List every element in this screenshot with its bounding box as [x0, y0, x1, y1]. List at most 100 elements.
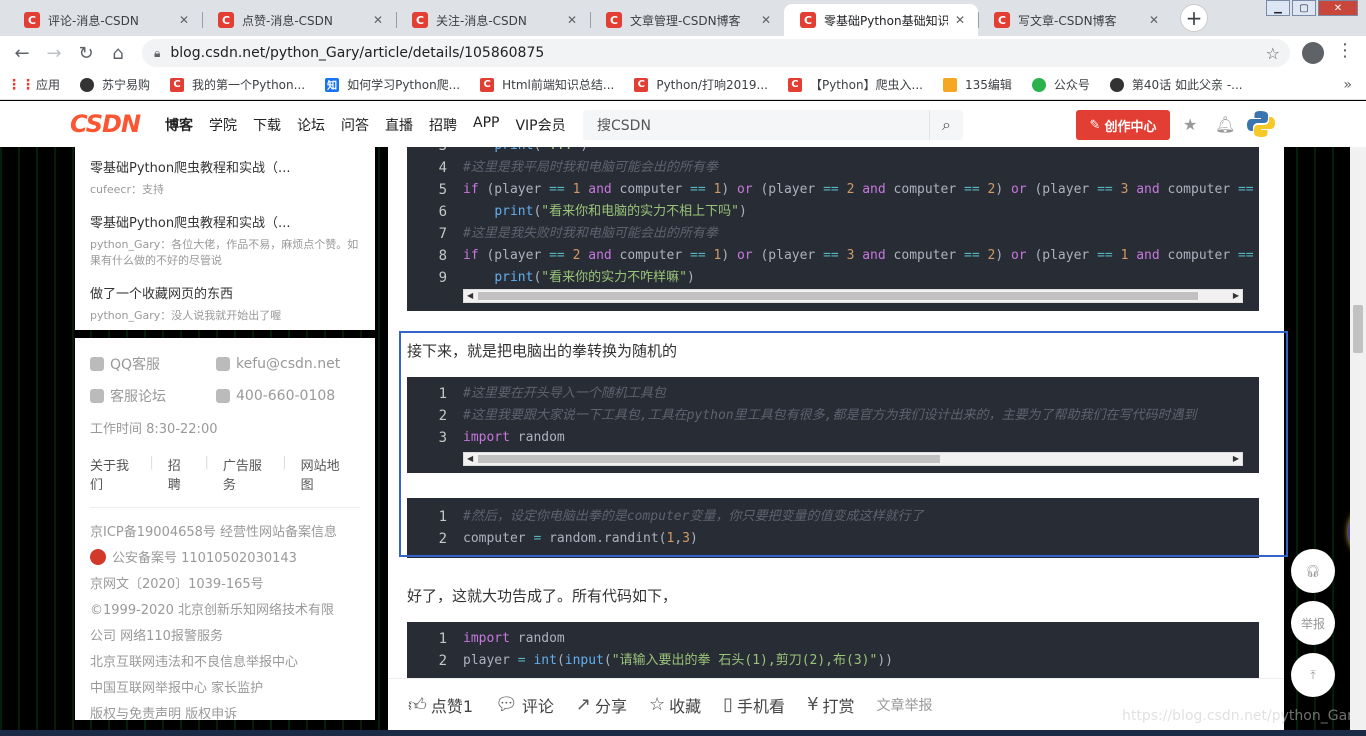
scroll-thumb[interactable] [478, 455, 940, 463]
nav-item-download[interactable]: 下载 [253, 115, 281, 135]
bookmark-item[interactable]: C 【Python】爬虫入... [787, 76, 923, 93]
code-text[interactable]: import random [463, 628, 565, 650]
comment-title[interactable]: 零基础Python爬虫教程和实战（... [90, 212, 360, 231]
scroll-right-icon[interactable]: ▶ [1233, 453, 1239, 465]
search-input[interactable]: 搜CSDN ⌕ [583, 110, 963, 140]
browser-tab[interactable]: C 文章管理-CSDN博客 ✕ [590, 4, 784, 36]
code-text[interactable]: #这里我要跟大家说一下工具包,工具在python里工具包有很多,都是官方为我们设… [463, 405, 1196, 427]
code-text[interactable]: print("看来你的实力不咋样嘛") [463, 267, 694, 289]
code-text[interactable]: player = int(input("请输入要出的拳 石头(1),剪刀(2),… [463, 650, 893, 672]
code-text[interactable]: if (player == 2 and computer == 1) or (p… [463, 245, 1254, 267]
code-text[interactable]: if (player == 1 and computer == 1) or (p… [463, 179, 1254, 201]
comment-title[interactable]: 做了一个收藏网页的东西 [90, 283, 360, 302]
nav-item-academy[interactable]: 学院 [209, 115, 237, 135]
nav-item-qa[interactable]: 问答 [341, 115, 369, 135]
bell-icon[interactable]: 🔔︎ [1215, 115, 1235, 134]
star-icon[interactable]: ☆ [1266, 44, 1280, 63]
bookmark-item[interactable]: 苏宁易购 [80, 76, 150, 93]
profile-avatar[interactable] [1302, 42, 1324, 64]
footer-line[interactable]: 公司 网络110报警服务 [90, 624, 360, 650]
code-block[interactable]: 1 import random 2 player = int(input("请输入要出… [407, 622, 1259, 682]
nav-item-jobs[interactable]: 招聘 [429, 115, 457, 135]
comment-item[interactable]: 零基础Python爬虫教程和实战（... cufeecr：支持 [90, 157, 360, 198]
footer-link-sitemap[interactable]: 网站地图 [301, 455, 346, 493]
bookmark-item[interactable]: C 我的第一个Python... [170, 76, 305, 93]
browser-tab[interactable]: C 评论-消息-CSDN ✕ [8, 4, 202, 36]
close-icon[interactable]: ✕ [1146, 12, 1162, 28]
footer-line[interactable]: 版权与免责声明 版权申诉 [90, 702, 360, 728]
code-scrollbar[interactable]: ◀ ▶ [463, 289, 1243, 303]
close-icon[interactable]: ✕ [758, 12, 774, 28]
back-to-top-button[interactable]: ⤒ [1291, 653, 1335, 697]
reward-button[interactable]: ¥ 打赏 [807, 693, 854, 717]
window-close-icon[interactable]: ✕ [1318, 0, 1358, 16]
create-center-button[interactable]: ✎ 创作中心 [1076, 110, 1170, 140]
page-scrollbar[interactable] [1350, 147, 1366, 736]
home-icon[interactable]: ⌂ [102, 37, 134, 69]
code-scrollbar[interactable]: ◀ ▶ [463, 452, 1243, 466]
back-icon[interactable]: ← [6, 37, 38, 69]
nav-item-vip[interactable]: VIP会员 [515, 115, 565, 135]
new-tab-button[interactable]: + [1180, 4, 1208, 32]
footer-link-jobs[interactable]: 招聘 [168, 455, 191, 493]
close-icon[interactable]: ✕ [564, 12, 580, 28]
code-text[interactable]: print("看来你和电脑的实力不相上下吗") [463, 201, 746, 223]
star-icon[interactable]: ★ [1183, 115, 1197, 134]
mobile-view-button[interactable]: ▯ 手机看 [723, 693, 785, 717]
nav-item-app[interactable]: APP [473, 115, 499, 135]
close-icon[interactable]: ✕ [370, 12, 386, 28]
code-text[interactable]: #这里是我失败时我和电脑可能会出的所有拳 [463, 223, 718, 245]
code-text[interactable]: print("...") [463, 147, 588, 157]
code-block[interactable]: 3 print("...") 4 #这里是我平局时我和电脑可能会出的所有拳 5 if (… [407, 147, 1259, 311]
code-block[interactable]: 1 #然后，设定你电脑出拳的是computer变量，你只要把变量的值变成这样就行了… [407, 498, 1259, 558]
share-button[interactable]: ↗ 分享 [576, 693, 627, 717]
forward-icon[interactable]: → [38, 37, 70, 69]
code-text[interactable]: import random [463, 427, 565, 449]
bookmark-item[interactable]: 知如何学习Python爬... [325, 76, 460, 93]
comment-item[interactable]: 零基础Python爬虫教程和实战（... python_Gary：各位大佬，作品… [90, 212, 360, 269]
browser-tab[interactable]: C 关注-消息-CSDN ✕ [396, 4, 590, 36]
search-icon[interactable]: ⌕ [929, 110, 963, 140]
scroll-thumb[interactable] [1353, 305, 1363, 353]
favorite-button[interactable]: ☆ 收藏 [649, 693, 701, 717]
footer-line[interactable]: 中国互联网举报中心 家长监护 [90, 676, 360, 702]
report-button[interactable]: 举报 [1291, 601, 1335, 645]
footer-line-police[interactable]: 公安备案号 11010502030143 [90, 546, 360, 572]
footer-line[interactable]: 北京互联网违法和不良信息举报中心 [90, 650, 360, 676]
minimize-icon[interactable]: ▁ [1266, 0, 1290, 16]
bookmark-item[interactable]: 135编辑 [943, 76, 1012, 93]
qq-service[interactable]: QQ客服 [90, 354, 216, 374]
email-link[interactable]: kefu@csdn.net [216, 354, 340, 374]
footer-link-ads[interactable]: 广告服务 [223, 455, 268, 493]
close-icon[interactable]: ✕ [952, 12, 968, 28]
menu-icon[interactable]: ⋮ [1336, 40, 1354, 61]
nav-item-forum[interactable]: 论坛 [297, 115, 325, 135]
bookmark-item[interactable]: 第40话 如此父亲 -... [1109, 76, 1243, 93]
bookmark-item[interactable]: 公众号 [1031, 76, 1090, 93]
browser-tab[interactable]: C 写文章-CSDN博客 ✕ [978, 4, 1172, 36]
scroll-left-icon[interactable]: ◀ [467, 290, 473, 302]
customer-service-button[interactable]: 🎧︎ [1291, 549, 1335, 593]
bookmark-item[interactable]: C Python/打响2019... [634, 76, 768, 93]
code-text[interactable]: #这里是我平局时我和电脑可能会出的所有拳 [463, 157, 718, 179]
python-avatar-icon[interactable] [1246, 109, 1276, 139]
phone-link[interactable]: 400-660-0108 [216, 386, 335, 406]
bookmark-apps[interactable]: ⋮⋮ 应用 [7, 76, 60, 93]
comment-title[interactable]: 零基础Python爬虫教程和实战（... [90, 157, 360, 176]
maximize-icon[interactable]: ▢ [1292, 0, 1316, 16]
code-text[interactable]: #然后，设定你电脑出拳的是computer变量，你只要把变量的值变成这样就行了 [463, 506, 923, 528]
scroll-thumb[interactable] [478, 292, 1198, 300]
report-article-link[interactable]: 文章举报 [877, 695, 933, 715]
chevron-right-icon[interactable]: » [1343, 77, 1352, 93]
footer-line[interactable]: 京网文〔2020〕1039-165号 [90, 572, 360, 598]
scroll-right-icon[interactable]: ▶ [1233, 290, 1239, 302]
forum-service[interactable]: 客服论坛 [90, 386, 216, 406]
comment-item[interactable]: 做了一个收藏网页的东西 python_Gary：没人说我就开始出了喔 [90, 283, 360, 324]
url-text[interactable]: blog.csdn.net/python_Gary/article/detail… [170, 45, 544, 61]
scroll-left-icon[interactable]: ◀ [467, 453, 473, 465]
reload-icon[interactable]: ↻ [70, 37, 102, 69]
code-text[interactable]: #这里要在开头导入一个随机工具包 [463, 383, 666, 405]
code-text[interactable]: computer = random.randint(1,3) [463, 528, 698, 550]
browser-tab[interactable]: C 点赞-消息-CSDN ✕ [202, 4, 396, 36]
bookmark-item[interactable]: C Html前端知识总结... [480, 76, 614, 93]
